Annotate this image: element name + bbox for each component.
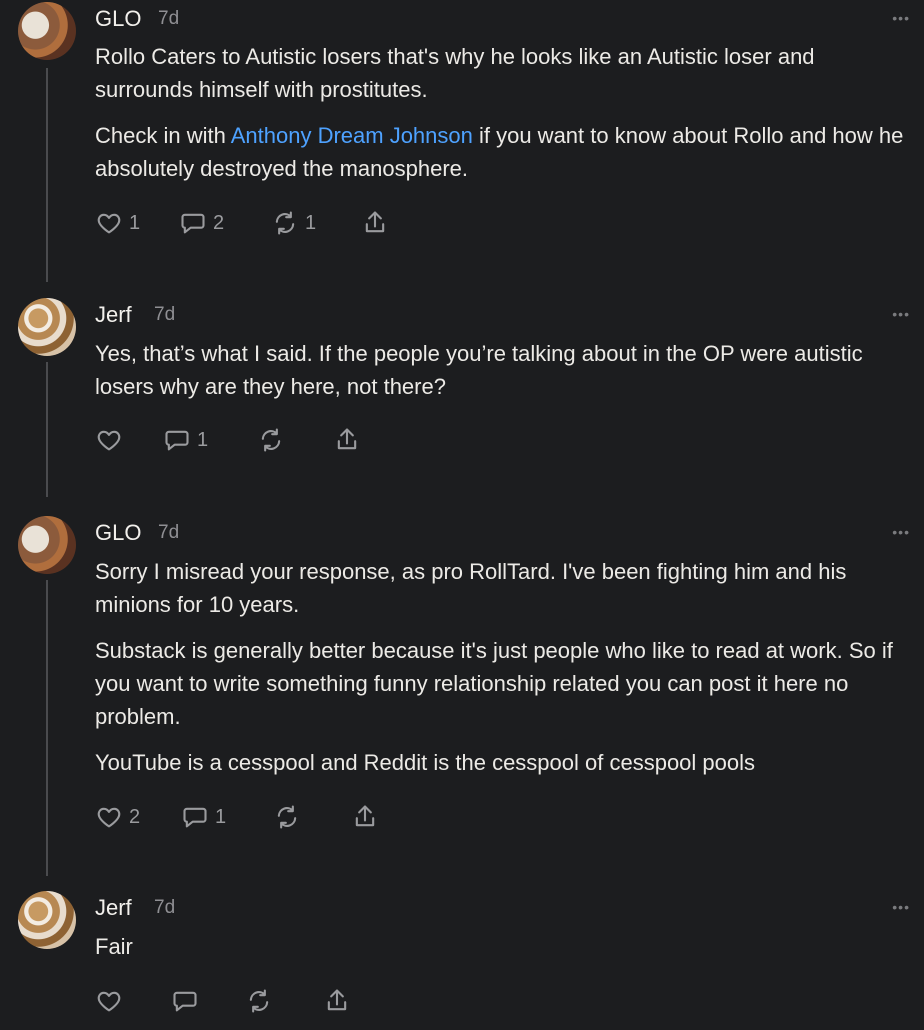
share-upload-icon — [365, 211, 385, 233]
reply-button[interactable]: 1 — [181, 802, 226, 832]
restack-arrows-icon — [277, 805, 297, 829]
like-button[interactable] — [95, 425, 129, 455]
avatar[interactable] — [18, 2, 76, 60]
reply-count: 1 — [197, 428, 209, 451]
like-count: 1 — [129, 211, 141, 234]
like-button[interactable]: 2 — [95, 802, 140, 832]
comment-author[interactable]: Jerf — [95, 302, 132, 328]
share-upload-icon — [327, 989, 347, 1011]
heart-icon — [97, 991, 121, 1012]
heart-icon — [97, 430, 121, 451]
comment-time: 7d — [158, 522, 180, 543]
more-options-icon[interactable]: ••• — [892, 524, 910, 540]
comment-bubble-icon — [181, 213, 205, 234]
restack-button[interactable] — [273, 802, 307, 832]
restack-button[interactable] — [257, 425, 291, 455]
thread-line — [46, 362, 48, 497]
comment-paragraph: Check in with Anthony Dream Johnson if y… — [95, 119, 910, 185]
avatar[interactable] — [18, 516, 76, 574]
comment-paragraph: Sorry I misread your response, as pro Ro… — [95, 559, 847, 617]
reply-button[interactable]: 1 — [163, 425, 208, 455]
thread-line — [46, 580, 48, 876]
like-button[interactable]: 1 — [95, 208, 140, 238]
share-upload-icon — [337, 428, 357, 450]
heart-icon — [97, 213, 121, 234]
comment-paragraph: Fair — [95, 934, 133, 959]
user-mention-link[interactable]: Anthony Dream Johnson — [231, 123, 473, 148]
restack-count: 1 — [305, 211, 317, 234]
more-options-icon[interactable]: ••• — [892, 10, 910, 26]
more-options-icon[interactable]: ••• — [892, 899, 910, 915]
thread-line — [46, 68, 48, 282]
share-button[interactable] — [333, 425, 361, 455]
comment-bubble-icon — [165, 430, 189, 451]
reply-button[interactable] — [171, 986, 205, 1016]
share-button[interactable] — [351, 802, 379, 832]
share-button[interactable] — [361, 208, 389, 238]
restack-arrows-icon — [249, 989, 269, 1013]
restack-arrows-icon — [275, 211, 295, 235]
reply-button[interactable]: 2 — [179, 208, 224, 238]
share-button[interactable] — [323, 986, 351, 1016]
comment-author[interactable]: GLO — [95, 6, 141, 32]
comment-time: 7d — [158, 8, 180, 29]
comment-time: 7d — [154, 897, 176, 918]
like-count: 2 — [129, 805, 141, 828]
more-options-icon[interactable]: ••• — [892, 306, 910, 322]
like-button[interactable] — [95, 986, 129, 1016]
heart-icon — [97, 807, 121, 828]
comment-bubble-icon — [183, 807, 207, 828]
comment-time: 7d — [154, 304, 176, 325]
avatar[interactable] — [18, 891, 76, 949]
comment-paragraph: YouTube is a cesspool and Reddit is the … — [95, 750, 756, 775]
restack-button[interactable] — [245, 986, 279, 1016]
restack-arrows-icon — [261, 428, 281, 452]
comment-author[interactable]: Jerf — [95, 895, 132, 921]
reply-count: 1 — [215, 805, 227, 828]
share-upload-icon — [355, 805, 375, 827]
comment-paragraph: Yes, that’s what I said. If the people y… — [95, 341, 863, 399]
restack-button[interactable]: 1 — [271, 208, 316, 238]
reply-count: 2 — [213, 211, 225, 234]
comment-author[interactable]: GLO — [95, 520, 141, 546]
avatar[interactable] — [18, 298, 76, 356]
comment-paragraph: Rollo Caters to Autistic losers that's w… — [95, 44, 815, 102]
paragraph-text: Check in with — [95, 123, 231, 148]
comment-paragraph: Substack is generally better because it'… — [95, 638, 893, 729]
comment-bubble-icon — [173, 991, 197, 1012]
